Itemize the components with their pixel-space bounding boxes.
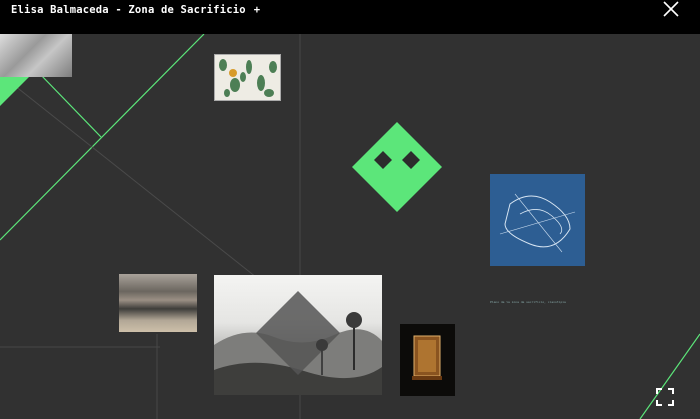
project-title: Elisa Balmaceda - Zona de Sacrificio xyxy=(11,4,246,16)
cyanotype-caption: Plano de la zona de sacrificio, cianotip… xyxy=(490,300,566,304)
fullscreen-icon[interactable] xyxy=(656,388,674,406)
accent-triangle xyxy=(0,74,32,106)
diamond-face-logo xyxy=(352,122,442,212)
page-title: Elisa Balmaceda - Zona de Sacrificio + xyxy=(11,4,260,16)
gallery-canvas: Plano de la zona de sacrificio, cianotip… xyxy=(0,34,700,419)
thumbnail-lithograph-landscape[interactable] xyxy=(214,275,382,395)
top-bar: Elisa Balmaceda - Zona de Sacrificio + xyxy=(0,0,700,34)
thumbnail-aerial-photo[interactable] xyxy=(0,34,72,77)
close-icon[interactable] xyxy=(662,0,680,18)
add-button[interactable]: + xyxy=(254,4,261,16)
thumbnail-shore-photo[interactable] xyxy=(119,274,197,332)
thumbnail-plant-specimens[interactable] xyxy=(214,54,281,101)
thumbnail-cyanotype-map[interactable] xyxy=(490,174,585,266)
thumbnail-glass-case-photo[interactable] xyxy=(400,324,455,396)
